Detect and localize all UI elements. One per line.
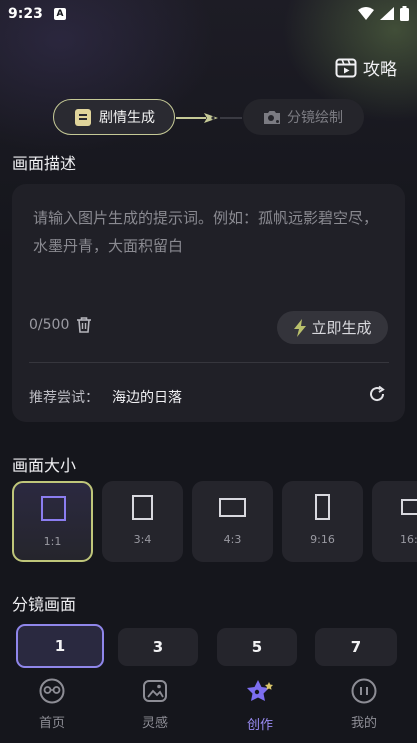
nav-create[interactable]: 创作 bbox=[230, 678, 290, 733]
nav-home[interactable]: 首页 bbox=[22, 678, 82, 731]
nav-label: 首页 bbox=[38, 716, 65, 731]
camera-settings-icon bbox=[264, 111, 280, 124]
prompt-input[interactable]: 请输入图片生成的提示词。例如：孤帆远影碧空尽，水墨丹青，大面积留白 bbox=[33, 204, 378, 260]
square-icon bbox=[41, 496, 66, 521]
size-title: 画面大小 bbox=[12, 456, 77, 475]
status-icons bbox=[358, 6, 409, 21]
guide-link[interactable]: 攻略 bbox=[335, 55, 397, 80]
profile-icon bbox=[351, 678, 377, 704]
refresh-icon[interactable] bbox=[368, 385, 386, 403]
glasses-face-icon bbox=[39, 678, 65, 704]
create-star-icon bbox=[247, 680, 273, 701]
size-option-3-4[interactable]: 3:4 bbox=[102, 481, 183, 562]
step2-label: 分镜绘制 bbox=[287, 110, 343, 126]
size-label: 9:16 bbox=[310, 533, 335, 546]
size-option-16-9[interactable]: 16:9 bbox=[372, 481, 417, 562]
size-label: 3:4 bbox=[133, 533, 152, 546]
shots-title: 分镜画面 bbox=[12, 595, 77, 614]
step1-label: 剧情生成 bbox=[99, 110, 155, 126]
notification-badge: A bbox=[54, 8, 66, 20]
card-divider bbox=[29, 362, 389, 363]
step-story-generation[interactable]: 剧情生成 bbox=[53, 99, 175, 135]
guide-label: 攻略 bbox=[363, 60, 397, 80]
size-option-1-1[interactable]: 1:1 bbox=[12, 481, 93, 562]
try-label: 推荐尝试： bbox=[29, 390, 99, 406]
shot-option-1[interactable]: 1 bbox=[16, 624, 104, 668]
wifi-icon bbox=[358, 7, 374, 20]
signal-icon bbox=[380, 7, 394, 20]
rocket-connector-icon bbox=[176, 113, 242, 123]
shot-option-7[interactable]: 7 bbox=[315, 628, 397, 666]
size-label: 16:9 bbox=[400, 533, 417, 546]
step-storyboard-drawing[interactable]: 分镜绘制 bbox=[243, 99, 364, 135]
nav-label: 灵感 bbox=[141, 716, 168, 731]
trash-icon[interactable] bbox=[77, 317, 92, 333]
bottom-nav: 首页 灵感 创作 我的 bbox=[0, 668, 417, 743]
char-count: 0/500 bbox=[29, 317, 70, 333]
battery-icon bbox=[400, 6, 409, 21]
status-time: 9:23 bbox=[8, 6, 43, 22]
wide-rect-icon bbox=[401, 499, 417, 515]
generate-button[interactable]: 立即生成 bbox=[277, 311, 388, 344]
try-suggestion[interactable]: 海边的日落 bbox=[112, 387, 182, 407]
lightning-icon bbox=[294, 318, 307, 337]
nav-label: 创作 bbox=[246, 718, 273, 733]
film-icon bbox=[335, 58, 357, 77]
image-icon bbox=[143, 680, 167, 702]
generate-label: 立即生成 bbox=[311, 319, 372, 337]
nav-label: 我的 bbox=[350, 716, 377, 731]
char-counter: 0/500 bbox=[29, 317, 92, 333]
nav-inspiration[interactable]: 灵感 bbox=[125, 678, 185, 731]
landscape-rect-icon bbox=[219, 498, 246, 517]
document-icon bbox=[75, 108, 91, 126]
size-label: 1:1 bbox=[43, 535, 62, 548]
size-option-9-16[interactable]: 9:16 bbox=[282, 481, 363, 562]
size-label: 4:3 bbox=[223, 533, 242, 546]
description-title: 画面描述 bbox=[12, 154, 77, 173]
nav-profile[interactable]: 我的 bbox=[334, 678, 394, 731]
shot-option-3[interactable]: 3 bbox=[118, 628, 198, 666]
tall-rect-icon bbox=[315, 494, 330, 520]
shot-option-5[interactable]: 5 bbox=[217, 628, 297, 666]
size-option-4-3[interactable]: 4:3 bbox=[192, 481, 273, 562]
portrait-rect-icon bbox=[132, 495, 153, 520]
